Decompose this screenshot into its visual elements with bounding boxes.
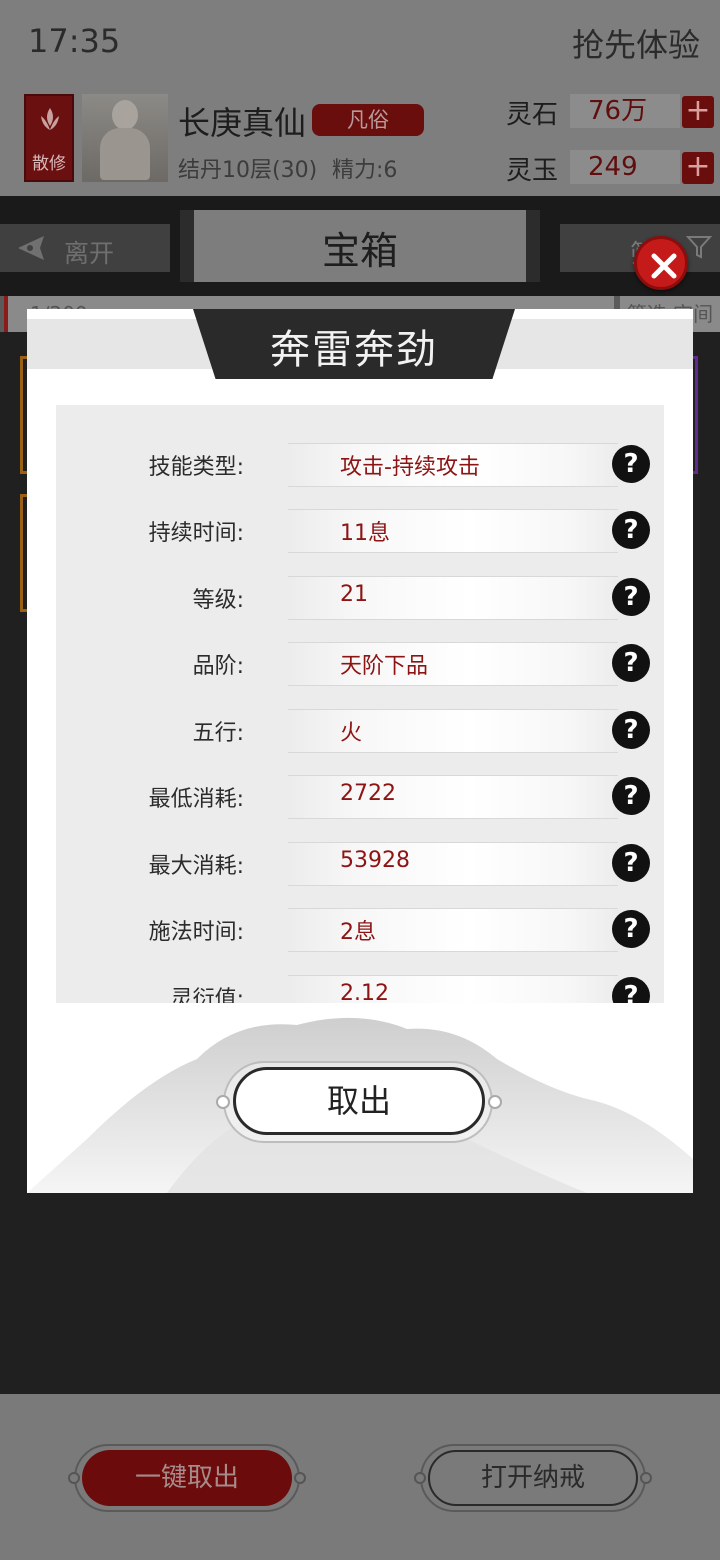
lotus-emblem-icon: [41, 108, 59, 130]
attribute-row: 持续时间: 11息 ?: [56, 499, 664, 565]
add-spirit-stone-button[interactable]: +: [682, 96, 714, 128]
ring-dot: [640, 1472, 652, 1484]
attribute-row: 五行: 火 ?: [56, 699, 664, 765]
attribute-value: 2息: [340, 920, 376, 945]
attribute-label: 品阶:: [192, 654, 244, 679]
close-icon: [651, 253, 677, 279]
back-arrow-icon: [18, 236, 44, 260]
sect-label: 散修: [32, 154, 66, 174]
open-ring-button[interactable]: 打开纳戒: [428, 1450, 638, 1506]
attribute-row: 最低消耗: 2722 ?: [56, 765, 664, 831]
dialog-title-tab: 奔雷奔劲: [193, 309, 515, 379]
attribute-label: 五行:: [192, 721, 244, 746]
attribute-label: 施法时间:: [148, 920, 244, 945]
close-dialog-button[interactable]: [634, 236, 688, 290]
tab-title: 宝箱: [321, 229, 398, 273]
attribute-row: 最大消耗: 53928 ?: [56, 832, 664, 898]
one-key-take-button[interactable]: 一键取出: [82, 1450, 292, 1506]
dialog-title: 奔雷奔劲: [270, 327, 438, 373]
ring-dot: [294, 1472, 306, 1484]
attribute-value: 2722: [340, 781, 396, 806]
energy-value: 精力:6: [332, 158, 398, 183]
attribute-label: 最大消耗:: [148, 854, 244, 879]
nav-bar: 离开 宝箱 筛: [0, 196, 720, 296]
spirit-stone-label: 灵石: [506, 100, 559, 130]
help-icon[interactable]: ?: [612, 644, 650, 682]
ring-dot: [216, 1095, 230, 1109]
help-icon[interactable]: ?: [612, 777, 650, 815]
early-access-label[interactable]: 抢先体验: [572, 20, 700, 66]
attribute-label: 最低消耗:: [148, 787, 244, 812]
help-icon[interactable]: ?: [612, 910, 650, 948]
ring-dot: [68, 1472, 80, 1484]
spirit-stone-value: 76万: [570, 94, 680, 128]
take-out-button[interactable]: 取出: [233, 1067, 485, 1135]
help-icon[interactable]: ?: [612, 511, 650, 549]
help-icon[interactable]: ?: [612, 578, 650, 616]
attribute-row: 品阶: 天阶下品 ?: [56, 632, 664, 698]
attribute-row: 施法时间: 2息 ?: [56, 898, 664, 964]
add-spirit-jade-button[interactable]: +: [682, 152, 714, 184]
attribute-row: 技能类型: 攻击-持续攻击 ?: [56, 433, 664, 499]
ring-dot: [414, 1472, 426, 1484]
tab-treasure-chest[interactable]: 宝箱: [180, 210, 540, 282]
attribute-row: 等级: 21 ?: [56, 566, 664, 632]
attribute-value: 21: [340, 582, 368, 607]
attribute-value: 火: [340, 721, 363, 746]
rank-badge: 凡俗: [312, 104, 424, 136]
status-bar: 17:35 抢先体验: [0, 0, 720, 84]
sect-badge[interactable]: 散修: [24, 94, 74, 182]
status-time: 17:35: [28, 22, 121, 60]
player-name: 长庚真仙: [178, 104, 307, 142]
spirit-jade-value: 249: [570, 150, 680, 184]
player-profile: 散修 长庚真仙 凡俗 结丹10层(30) 精力:6 灵石 76万 + 灵玉 24…: [0, 84, 720, 196]
filter-icon[interactable]: [686, 234, 712, 260]
attribute-label: 等级:: [192, 588, 244, 613]
attribute-value: 天阶下品: [340, 654, 429, 679]
help-icon[interactable]: ?: [612, 711, 650, 749]
cultivation-realm: 结丹10层(30): [178, 158, 318, 183]
help-icon[interactable]: ?: [612, 445, 650, 483]
help-icon[interactable]: ?: [612, 844, 650, 882]
leave-label[interactable]: 离开: [64, 234, 114, 270]
attribute-value: 攻击-持续攻击: [340, 455, 480, 480]
attribute-value: 11息: [340, 521, 390, 546]
skill-detail-dialog: 奔雷奔劲 技能类型: 攻击-持续攻击 ? 持续时间: 11息 ? 等级: 21 …: [27, 309, 693, 1193]
ring-dot: [488, 1095, 502, 1109]
attribute-value: 53928: [340, 848, 410, 873]
attribute-label: 技能类型:: [148, 455, 244, 480]
attribute-list[interactable]: 技能类型: 攻击-持续攻击 ? 持续时间: 11息 ? 等级: 21 ? 品阶:…: [56, 405, 664, 1003]
spirit-jade-label: 灵玉: [506, 156, 559, 186]
avatar[interactable]: [82, 94, 168, 182]
attribute-label: 持续时间:: [148, 521, 244, 546]
